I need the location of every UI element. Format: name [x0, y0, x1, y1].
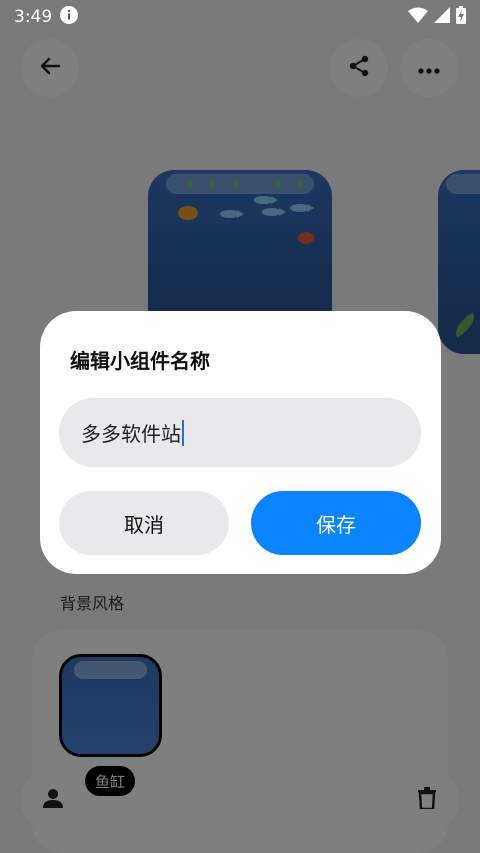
- signal-icon: [434, 6, 450, 28]
- status-bar: 3:49: [0, 0, 480, 34]
- dialog-title: 编辑小组件名称: [70, 349, 210, 373]
- wifi-icon: [408, 7, 428, 28]
- info-icon: [60, 5, 79, 29]
- status-time: 3:49: [14, 7, 53, 27]
- save-button[interactable]: 保存: [251, 491, 421, 555]
- cancel-button[interactable]: 取消: [59, 491, 229, 555]
- battery-charging-icon: [456, 5, 466, 29]
- edit-name-dialog: 编辑小组件名称 多多软件站 取消 保存: [40, 311, 441, 574]
- input-text: 多多软件站: [81, 422, 181, 446]
- widget-name-input[interactable]: 多多软件站: [59, 398, 421, 467]
- text-caret: [182, 419, 184, 446]
